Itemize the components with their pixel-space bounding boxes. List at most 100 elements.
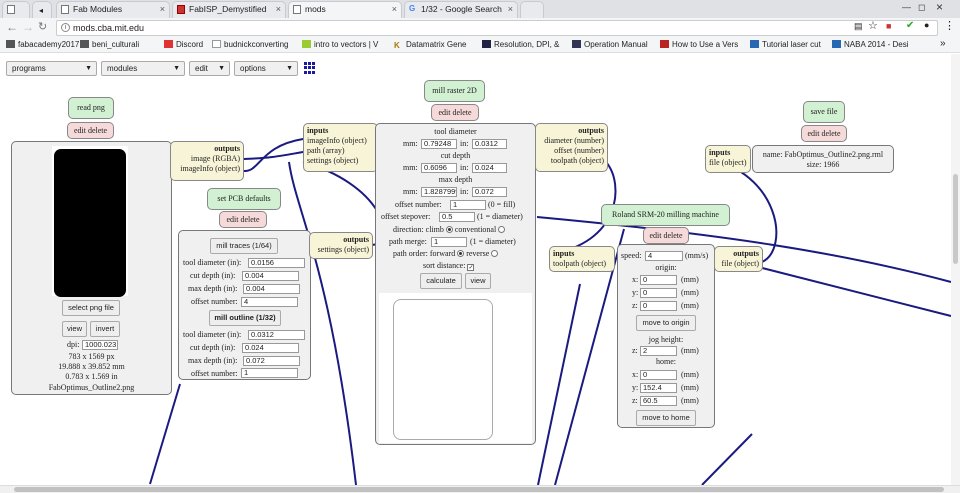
pcb-edit-delete[interactable]: edit delete bbox=[219, 211, 267, 228]
save-file-title[interactable]: save file bbox=[803, 101, 845, 123]
address-input[interactable]: i mods.cba.mit.edu bbox=[56, 20, 938, 36]
path-merge-input[interactable]: 1 bbox=[431, 237, 467, 247]
outline-cut-input[interactable]: 0.024 bbox=[242, 343, 299, 353]
tool-in-input[interactable]: 0.0312 bbox=[472, 139, 507, 149]
edit-menu[interactable]: edit ▼ bbox=[189, 61, 230, 76]
speed-input[interactable]: 4 bbox=[645, 251, 683, 261]
offset-number-input[interactable]: 1 bbox=[450, 200, 486, 210]
raster-outputs[interactable]: outputs diameter (number) offset (number… bbox=[535, 123, 608, 172]
max-in-input[interactable]: 0.072 bbox=[472, 187, 507, 197]
raster-edit-delete[interactable]: edit delete bbox=[431, 104, 479, 121]
close-icon[interactable]: × bbox=[392, 2, 397, 17]
mill-outline-button[interactable]: mill outline (1/32) bbox=[209, 310, 281, 326]
new-tab-button[interactable] bbox=[520, 1, 544, 18]
home-x-input[interactable]: 0 bbox=[640, 370, 677, 380]
output-image[interactable]: image (RGBA) bbox=[174, 154, 240, 164]
reload-icon[interactable]: ↻ bbox=[38, 20, 47, 33]
close-icon[interactable]: × bbox=[508, 2, 513, 17]
sort-distance-checkbox[interactable]: ✓ bbox=[467, 264, 475, 271]
read-png-title[interactable]: read png bbox=[68, 97, 114, 119]
input-path[interactable]: path (array) bbox=[307, 146, 374, 156]
forward-icon[interactable]: → bbox=[22, 20, 34, 34]
output-imageinfo[interactable]: imageInfo (object) bbox=[174, 164, 240, 174]
translate-icon[interactable]: ▤ bbox=[854, 21, 863, 32]
tab-mods[interactable]: mods × bbox=[288, 1, 402, 18]
raster-view-button[interactable]: view bbox=[465, 273, 491, 289]
close-icon[interactable]: × bbox=[276, 2, 281, 17]
reverse-radio[interactable] bbox=[491, 250, 499, 257]
save-file-inputs[interactable]: inputs file (object) bbox=[705, 145, 751, 173]
output-diameter[interactable]: diameter (number) bbox=[539, 136, 604, 146]
horizontal-scrollbar[interactable] bbox=[0, 485, 960, 493]
traces-offset-input[interactable]: 4 bbox=[241, 297, 298, 307]
bookmark-item[interactable]: Operation Manual bbox=[572, 39, 648, 51]
move-to-home-button[interactable]: move to home bbox=[636, 410, 696, 426]
output-toolpath[interactable]: toolpath (object) bbox=[539, 156, 604, 166]
roland-outputs[interactable]: outputs file (object) bbox=[714, 246, 763, 272]
home-y-input[interactable]: 152.4 bbox=[640, 383, 677, 393]
output-offset[interactable]: offset (number) bbox=[539, 146, 604, 156]
invert-button[interactable]: invert bbox=[90, 321, 120, 337]
tab-fabisp[interactable]: FabISP_Demystified × bbox=[172, 1, 286, 18]
traces-cut-input[interactable]: 0.004 bbox=[242, 271, 299, 281]
bookmark-item[interactable]: NABA 2014 - Desi bbox=[832, 39, 908, 51]
bookmark-item[interactable]: Resolution, DPI, & bbox=[482, 39, 559, 51]
save-file-edit-delete[interactable]: edit delete bbox=[801, 125, 847, 142]
select-png-button[interactable]: select png file bbox=[62, 300, 120, 316]
check-extension-icon[interactable]: ✔ bbox=[906, 20, 914, 31]
traces-max-input[interactable]: 0.004 bbox=[243, 284, 300, 294]
pcb-outputs[interactable]: outputs settings (object) bbox=[309, 232, 373, 259]
tool-mm-input[interactable]: 0.79248 bbox=[421, 139, 457, 149]
roland-title[interactable]: Roland SRM-20 milling machine bbox=[601, 204, 730, 226]
read-png-edit-delete[interactable]: edit delete bbox=[67, 122, 114, 139]
bookmark-item[interactable]: Tutorial laser cut bbox=[750, 39, 821, 51]
bookmark-item[interactable]: budnickconverting bbox=[212, 39, 288, 51]
mill-raster-title[interactable]: mill raster 2D bbox=[424, 80, 485, 102]
traces-tool-input[interactable]: 0.0156 bbox=[248, 258, 305, 268]
info-icon[interactable]: i bbox=[61, 23, 70, 32]
move-to-origin-button[interactable]: move to origin bbox=[636, 315, 696, 331]
back-icon[interactable]: ← bbox=[6, 20, 18, 34]
vertical-scroll-thumb[interactable] bbox=[953, 174, 958, 264]
bookmark-item[interactable]: How to Use a Vers bbox=[660, 39, 738, 51]
star-icon[interactable]: ☆ bbox=[868, 19, 878, 32]
max-mm-input[interactable]: 1.8287999 bbox=[421, 187, 457, 197]
close-icon[interactable]: × bbox=[160, 2, 165, 17]
window-close-icon[interactable]: × bbox=[936, 0, 943, 14]
cut-in-input[interactable]: 0.024 bbox=[472, 163, 507, 173]
calculate-button[interactable]: calculate bbox=[420, 273, 462, 289]
input-imageinfo[interactable]: imageInfo (object) bbox=[307, 136, 374, 146]
bookmarks-more[interactable]: » bbox=[940, 38, 946, 50]
record-icon[interactable]: ● bbox=[924, 20, 929, 30]
horizontal-scroll-thumb[interactable] bbox=[14, 487, 944, 492]
pinned-tab[interactable] bbox=[2, 1, 30, 18]
output-settings[interactable]: settings (object) bbox=[313, 245, 369, 255]
outline-tool-input[interactable]: 0.0312 bbox=[248, 330, 305, 340]
grid-view-icon[interactable] bbox=[304, 62, 316, 74]
forward-radio[interactable] bbox=[457, 250, 465, 257]
bookmark-folder[interactable]: fabacademy2017 bbox=[6, 39, 79, 51]
bookmark-item[interactable]: intro to vectors | V bbox=[302, 39, 378, 51]
view-button[interactable]: view bbox=[62, 321, 87, 337]
maximize-icon[interactable]: ◻ bbox=[918, 2, 925, 13]
modules-menu[interactable]: modules ▼ bbox=[101, 61, 185, 76]
input-toolpath[interactable]: toolpath (object) bbox=[553, 259, 611, 269]
bookmark-item[interactable]: Discord bbox=[164, 39, 203, 51]
offset-stepover-input[interactable]: 0.5 bbox=[439, 212, 475, 222]
pcb-defaults-title[interactable]: set PCB defaults bbox=[207, 188, 281, 210]
outline-offset-input[interactable]: 1 bbox=[241, 368, 298, 378]
bookmark-item[interactable]: K Datamatrix Gene bbox=[394, 39, 466, 51]
tab-google-search[interactable]: G 1/32 - Google Search × bbox=[404, 1, 518, 18]
roland-edit-delete[interactable]: edit delete bbox=[643, 227, 689, 244]
raster-inputs[interactable]: inputs imageInfo (object) path (array) s… bbox=[303, 123, 378, 172]
pinned-tab[interactable]: ◂ bbox=[32, 1, 52, 18]
jog-z-input[interactable]: 2 bbox=[640, 346, 677, 356]
origin-y-input[interactable]: 0 bbox=[640, 288, 677, 298]
minimize-icon[interactable]: — bbox=[902, 2, 911, 12]
origin-x-input[interactable]: 0 bbox=[640, 275, 677, 285]
dpi-input[interactable]: 1000.023 bbox=[82, 340, 118, 350]
roland-inputs[interactable]: inputs toolpath (object) bbox=[549, 246, 615, 272]
conventional-radio[interactable] bbox=[498, 226, 506, 233]
input-settings[interactable]: settings (object) bbox=[307, 156, 374, 166]
input-file[interactable]: file (object) bbox=[709, 158, 747, 168]
